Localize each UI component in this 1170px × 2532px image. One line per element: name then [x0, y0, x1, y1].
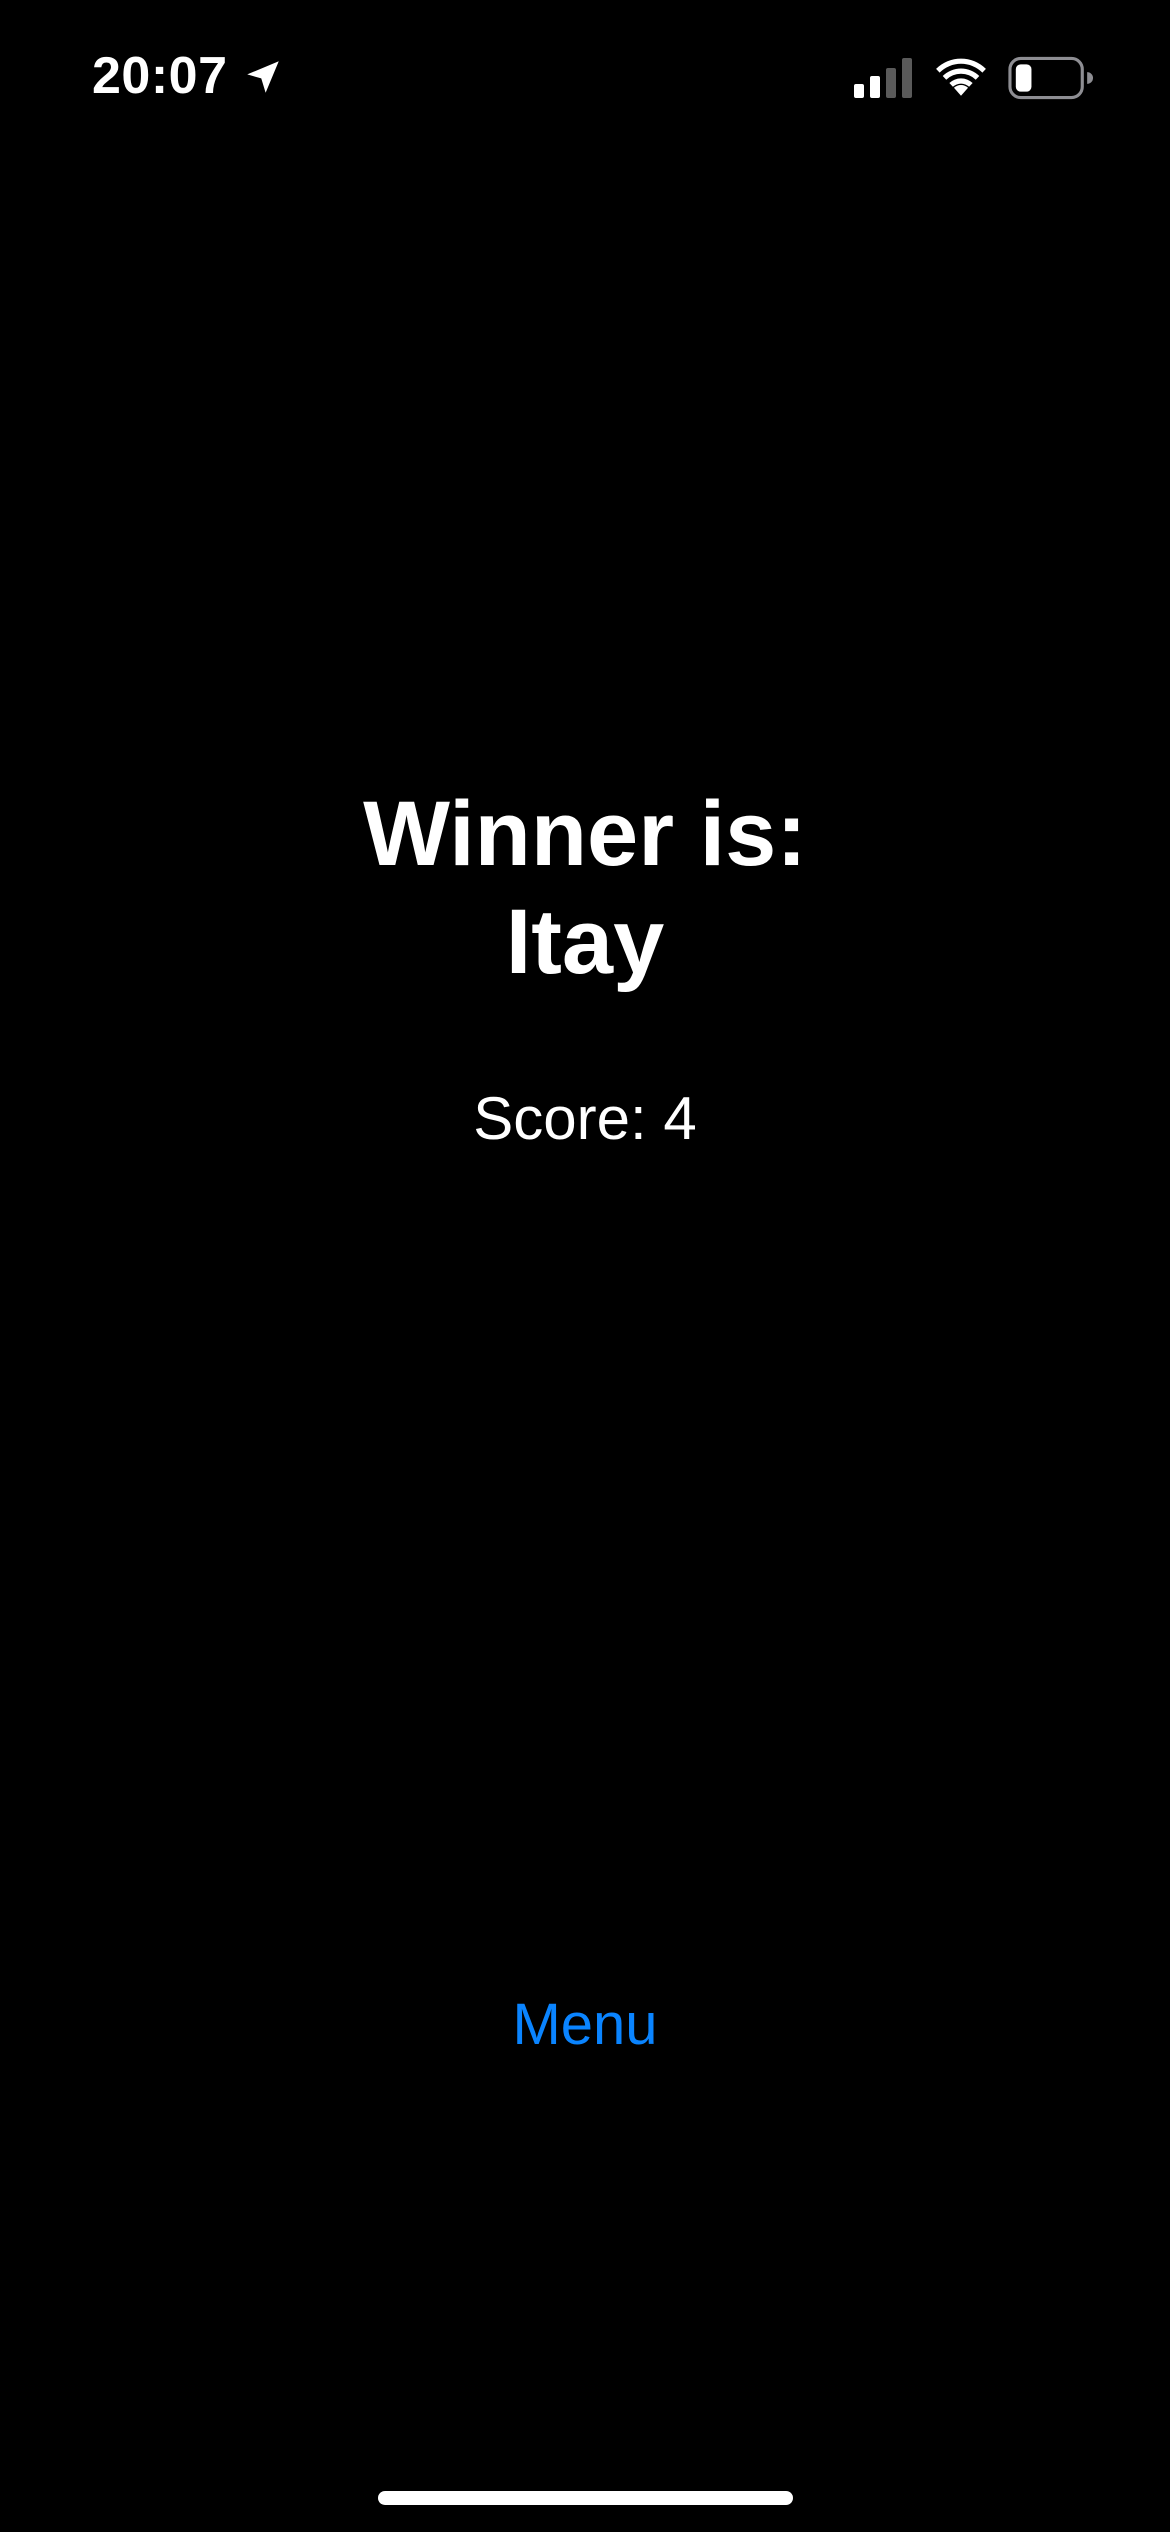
winner-name: Itay [505, 891, 665, 993]
wifi-icon [936, 58, 986, 96]
status-time: 20:07 [92, 47, 228, 105]
signal-bar [870, 76, 880, 98]
status-bar: 20:07 [0, 0, 1170, 150]
score-label: Score: 4 [473, 1085, 697, 1152]
signal-bar [886, 68, 896, 98]
menu-button[interactable]: Menu [435, 1985, 735, 2065]
cellular-signal-icon [854, 58, 912, 98]
signal-bar [854, 84, 864, 98]
signal-bar [902, 58, 912, 98]
winner-title: Winner is: [363, 783, 807, 885]
battery-level [1015, 64, 1032, 92]
battery-icon [1008, 56, 1094, 100]
location-arrow-icon [247, 61, 279, 93]
home-indicator[interactable] [378, 2491, 793, 2505]
